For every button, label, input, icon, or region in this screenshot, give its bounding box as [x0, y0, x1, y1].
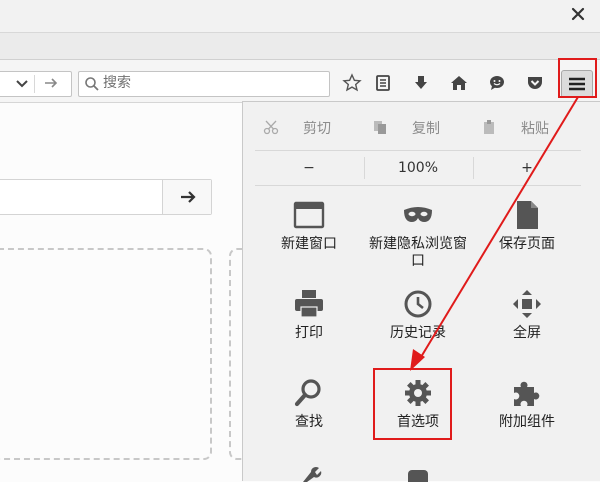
search-bar[interactable]	[78, 71, 330, 97]
zoom-controls: − 100% +	[255, 150, 581, 186]
chevron-down-icon[interactable]	[15, 76, 29, 90]
search-input[interactable]	[103, 73, 318, 93]
fullscreen-button[interactable]: 全屏	[473, 289, 581, 375]
close-icon[interactable]	[570, 6, 586, 22]
history-clock-icon	[404, 290, 432, 318]
copy-icon	[374, 121, 386, 134]
fullscreen-label: 全屏	[513, 325, 541, 341]
url-bar[interactable]	[0, 71, 72, 97]
url-bar-separator	[34, 75, 35, 93]
pocket-icon[interactable]	[525, 73, 545, 93]
go-arrow-icon[interactable]	[43, 75, 59, 91]
sync-icon[interactable]	[404, 468, 432, 482]
new-window-label: 新建窗口	[281, 236, 337, 252]
find-button[interactable]: 查找	[255, 378, 363, 464]
addons-puzzle-icon	[514, 381, 540, 406]
home-icon[interactable]	[449, 73, 469, 93]
search-icon	[85, 77, 99, 91]
copy-label: 复制	[412, 121, 440, 137]
developer-wrench-icon[interactable]	[295, 466, 323, 482]
addons-label: 附加组件	[499, 414, 555, 430]
new-tab-tile[interactable]	[0, 248, 212, 460]
new-private-window-label: 新建隐私浏览窗口	[369, 236, 467, 269]
paste-button[interactable]: 粘贴	[473, 110, 581, 144]
arrow-right-icon	[181, 191, 196, 203]
page-search-go-button[interactable]	[162, 180, 211, 214]
history-label: 历史记录	[390, 325, 446, 341]
zoom-out-button[interactable]: −	[255, 151, 363, 185]
save-page-button[interactable]: 保存页面	[473, 200, 581, 286]
hello-chat-icon[interactable]	[487, 73, 507, 93]
paste-clipboard-icon	[484, 120, 494, 134]
fullscreen-icon	[513, 290, 541, 318]
cut-button[interactable]: 剪切	[255, 110, 363, 144]
print-label: 打印	[295, 325, 323, 341]
private-mask-icon	[404, 207, 432, 222]
highlight-menu-button	[558, 58, 597, 98]
scissors-icon	[263, 120, 279, 135]
print-button[interactable]: 打印	[255, 289, 363, 375]
bookmarks-list-icon[interactable]	[373, 73, 393, 93]
edit-controls: 剪切 复制 粘贴	[255, 110, 581, 144]
zoom-reset-button[interactable]: 100%	[364, 151, 472, 185]
zoom-in-button[interactable]: +	[473, 151, 581, 185]
page-search-box[interactable]	[0, 179, 212, 215]
save-page-icon	[517, 201, 538, 229]
print-icon	[295, 290, 323, 318]
tab-strip	[0, 33, 600, 60]
download-icon[interactable]	[411, 73, 431, 93]
find-magnifier-icon	[294, 379, 321, 407]
window-icon	[293, 201, 325, 229]
new-window-button[interactable]: 新建窗口	[255, 200, 363, 286]
bookmark-star-icon[interactable]	[342, 73, 362, 93]
navigation-toolbar	[0, 60, 600, 103]
save-page-label: 保存页面	[499, 236, 555, 252]
highlight-preferences	[373, 368, 452, 440]
title-bar	[0, 0, 600, 33]
new-private-window-button[interactable]: 新建隐私浏览窗口	[364, 200, 472, 286]
history-button[interactable]: 历史记录	[364, 289, 472, 375]
cut-label: 剪切	[303, 121, 331, 137]
find-label: 查找	[295, 414, 323, 430]
copy-button[interactable]: 复制	[364, 110, 472, 144]
addons-button[interactable]: 附加组件	[473, 378, 581, 464]
paste-label: 粘贴	[521, 121, 549, 137]
